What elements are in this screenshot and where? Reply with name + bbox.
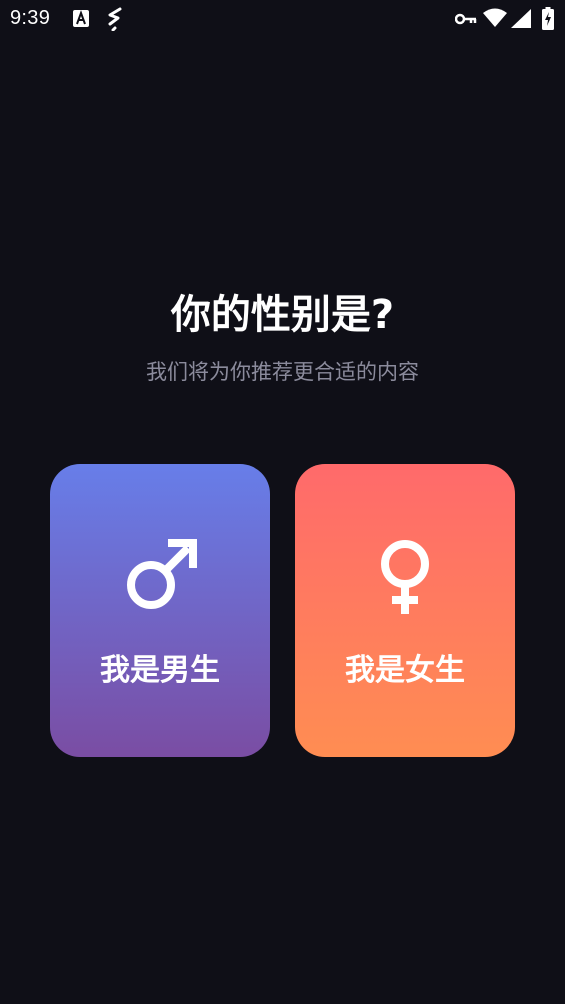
male-symbol-icon [127,539,197,609]
wifi-icon [483,8,507,27]
font-a-icon [73,10,89,27]
female-option-card[interactable]: 我是女生 [295,464,515,757]
cell-signal-icon [511,9,531,28]
data-saver-icon [108,7,122,31]
status-time: 9:39 [10,7,51,29]
page-subtitle: 我们将为你推荐更合适的内容 [146,360,419,384]
vpn-key-icon [455,13,477,25]
male-option-label: 我是男生 [100,653,220,688]
page-title: 你的性别是? [170,292,395,338]
female-symbol-icon [381,540,429,614]
status-bar: 9:39 [0,0,565,38]
battery-charging-icon [542,7,554,30]
male-option-card[interactable]: 我是男生 [50,464,270,757]
female-option-label: 我是女生 [345,653,465,688]
